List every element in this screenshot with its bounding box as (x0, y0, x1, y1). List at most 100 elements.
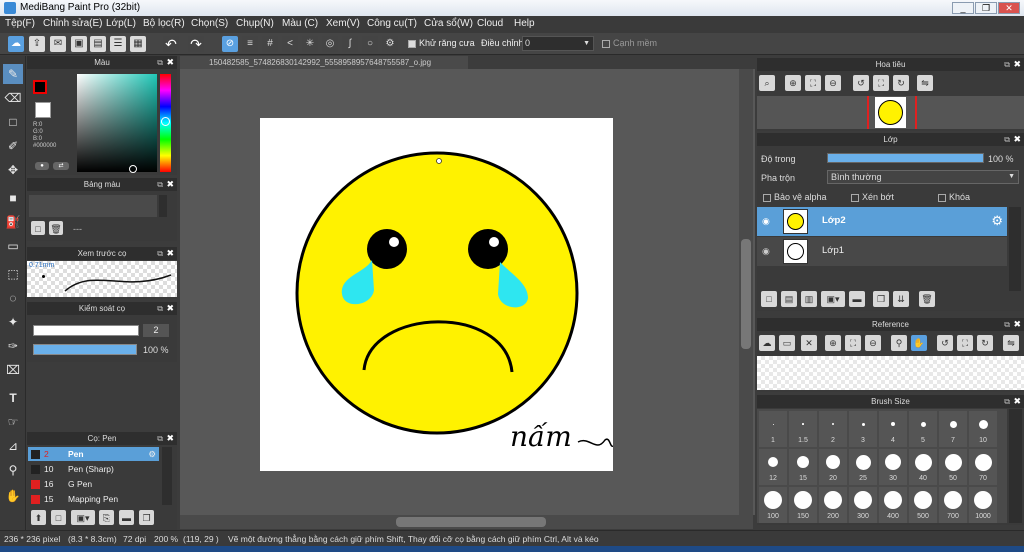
brush-size-option[interactable]: 300 (849, 487, 877, 523)
new-8bit-layer-icon[interactable]: ▥ (801, 291, 817, 307)
operation-tool-icon[interactable]: ☞ (3, 412, 23, 432)
horizontal-scrollbar[interactable] (180, 515, 753, 529)
close-button[interactable]: ✕ (998, 2, 1020, 14)
delete-palette-icon[interactable]: 🗑 (49, 221, 63, 235)
layer-row[interactable]: ◉ Lớp2 ⚙ (757, 207, 1007, 236)
close-icon[interactable]: ✖ (1013, 395, 1021, 408)
page-icon[interactable]: ▤ (90, 36, 106, 52)
layer-list-scrollbar[interactable] (1009, 207, 1021, 291)
brush-size-option[interactable]: 5 (909, 411, 937, 447)
brush-size-scrollbar[interactable] (1009, 409, 1022, 523)
drawing-canvas[interactable]: nấm (260, 118, 614, 471)
blend-mode-select[interactable]: Bình thường ▼ (827, 170, 1019, 184)
bucket-tool-icon[interactable]: ⛽ (3, 212, 23, 232)
brush-size-option[interactable]: 25 (849, 449, 877, 485)
select-tool-icon[interactable]: ⬚ (3, 264, 23, 284)
share-icon[interactable]: ⇪ (29, 36, 45, 52)
brush-size-option[interactable]: 10 (969, 411, 997, 447)
pen-item[interactable]: 2 Pen ⚙ (28, 447, 159, 461)
hand-icon[interactable]: ✋ (911, 335, 927, 351)
hue-slider[interactable] (160, 74, 171, 172)
menu-help[interactable]: Help (514, 18, 535, 29)
close-icon[interactable]: ✖ (166, 432, 174, 445)
protect-alpha-checkbox[interactable] (763, 193, 771, 202)
menu-window[interactable]: Cửa sổ(W) (424, 18, 473, 29)
rotate-left-icon[interactable]: ↺ (853, 75, 869, 91)
menu-edit[interactable]: Chỉnh sửa(E) (43, 18, 103, 29)
brush-size-option[interactable]: 15 (789, 449, 817, 485)
antialias-toggle[interactable]: Khử răng cưa (408, 38, 475, 48)
list-icon[interactable]: ☰ (110, 36, 126, 52)
hand-tool-icon[interactable]: ✋ (3, 486, 23, 506)
divide-tool-icon[interactable]: ⊿ (3, 436, 23, 456)
new-brush-icon[interactable]: □ (51, 510, 66, 525)
menu-tools[interactable]: Công cụ(T) (367, 18, 417, 29)
text-tool-icon[interactable]: T (3, 388, 23, 408)
close-icon[interactable]: ✖ (1013, 133, 1021, 146)
eye-icon[interactable]: ◉ (762, 246, 770, 257)
settings-snap-icon[interactable]: ⚙ (382, 36, 398, 52)
eye-icon[interactable]: ◉ (762, 216, 770, 227)
brush-opacity-slider[interactable] (33, 344, 137, 355)
reset-rotation-icon[interactable]: ⛶ (873, 75, 889, 91)
brush-size-option[interactable]: 40 (909, 449, 937, 485)
background-color-swatch[interactable] (35, 102, 51, 118)
duplicate-icon[interactable]: ❐ (139, 510, 154, 525)
fit-window-icon[interactable]: ⛶ (845, 335, 861, 351)
menu-color[interactable]: Màu (C) (282, 18, 318, 29)
brush-tool-icon[interactable]: ✎ (3, 64, 23, 84)
perspective-snap-icon[interactable]: < (282, 36, 298, 52)
menu-view[interactable]: Xem(V) (326, 18, 360, 29)
minimize-button[interactable]: _ (952, 2, 974, 14)
close-icon[interactable]: ✖ (1013, 58, 1021, 71)
eraser-tool-icon[interactable]: ⌫ (3, 88, 23, 108)
layer-opacity-slider[interactable] (827, 153, 984, 163)
brush-size-option[interactable]: 12 (759, 449, 787, 485)
move-tool-icon[interactable]: ✥ (3, 160, 23, 180)
palette-area[interactable] (29, 195, 157, 217)
clipping-checkbox[interactable] (851, 193, 859, 202)
adjust-select[interactable]: 0 ▼ (522, 36, 594, 51)
popout-icon[interactable]: ⧉ (1004, 58, 1010, 71)
radial-snap-icon[interactable]: ✳ (302, 36, 318, 52)
foreground-color-swatch[interactable] (33, 80, 47, 94)
brush-size-option[interactable]: 1000 (969, 487, 997, 523)
magic-wand-icon[interactable]: ✦ (3, 312, 23, 332)
select-pen-icon[interactable]: ✑ (3, 336, 23, 356)
brush-menu-icon[interactable]: ▣▾ (71, 510, 95, 525)
pen-item[interactable]: 10 Pen (Sharp) (28, 462, 159, 476)
zoom-out-icon[interactable]: ⊖ (825, 75, 841, 91)
fill-rect-tool-icon[interactable]: ■ (3, 188, 23, 208)
brush-size-option[interactable]: 70 (969, 449, 997, 485)
fit-window-icon[interactable]: ⛶ (805, 75, 821, 91)
palette-scrollbar[interactable] (159, 195, 167, 217)
soft-edge-toggle[interactable]: Cạnh mềm (602, 38, 657, 48)
new-halftone-layer-icon[interactable]: ▤ (781, 291, 797, 307)
brush-size-option[interactable]: 50 (939, 449, 967, 485)
menu-layer[interactable]: Lớp(L) (106, 18, 136, 29)
brush-size-option[interactable]: 200 (819, 487, 847, 523)
layer-menu-icon[interactable]: ▣▾ (821, 291, 845, 307)
gear-icon[interactable]: ⚙ (991, 213, 1003, 229)
circle-snap-icon[interactable]: ○ (362, 36, 378, 52)
grid-icon[interactable]: ▦ (130, 36, 146, 52)
brush-size-slider[interactable] (33, 325, 139, 336)
eyedropper-icon[interactable]: ⚲ (891, 335, 907, 351)
eyedrop-icon[interactable]: ● (35, 162, 49, 170)
layer-row[interactable]: ◉ Lớp1 (757, 237, 1007, 266)
protect-alpha-toggle[interactable]: Bảo vệ alpha (763, 192, 827, 202)
navigator-preview[interactable] (757, 96, 1024, 129)
brush-size-option[interactable]: 400 (879, 487, 907, 523)
clipping-toggle[interactable]: Xén bớt (851, 192, 894, 202)
cloud-upload-icon[interactable]: ☁ (759, 335, 775, 351)
brush-size-option[interactable]: 4 (879, 411, 907, 447)
pen-item[interactable]: 16 G Pen (28, 477, 159, 491)
brush-size-option[interactable]: 2 (819, 411, 847, 447)
vertical-scroll-thumb[interactable] (741, 239, 751, 349)
document-tab[interactable]: 150482585_574826830142992_55589589576487… (180, 56, 468, 69)
popout-icon[interactable]: ⧉ (157, 432, 163, 445)
rotate-left-icon[interactable]: ↺ (937, 335, 953, 351)
close-icon[interactable]: ✖ (166, 302, 174, 315)
parallel-snap-icon[interactable]: ≡ (242, 36, 258, 52)
cloud-icon[interactable]: ☁ (8, 36, 24, 52)
